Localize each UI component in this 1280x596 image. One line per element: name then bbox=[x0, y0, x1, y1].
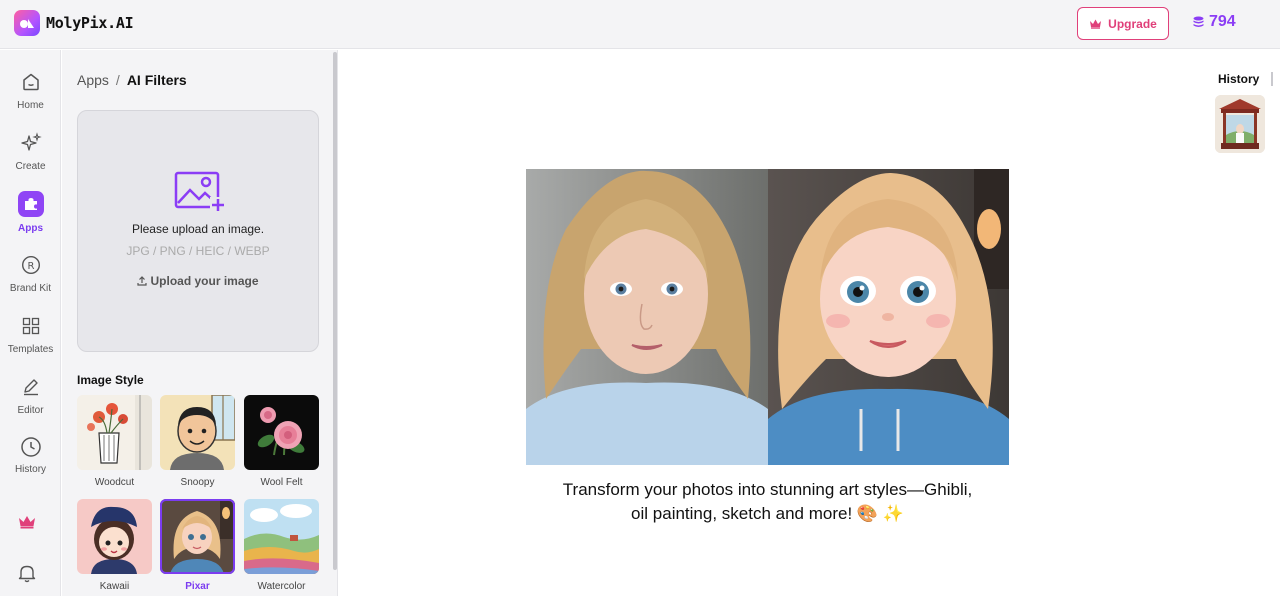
nav-label-history: History bbox=[14, 464, 47, 474]
style-thumb-kawaii bbox=[77, 499, 152, 574]
style-label-kawaii: Kawaii bbox=[99, 581, 130, 592]
app-name: MolyPix.AI bbox=[46, 14, 134, 32]
nav-label-apps: Apps bbox=[18, 223, 43, 234]
premium-crown-icon[interactable] bbox=[18, 514, 36, 534]
breadcrumb: Apps / AI Filters bbox=[77, 72, 187, 88]
style-card-kawaii[interactable]: Kawaii bbox=[77, 499, 152, 592]
style-label-woodcut: Woodcut bbox=[94, 477, 135, 488]
style-card-pixar[interactable]: Pixar bbox=[160, 499, 235, 592]
nav-item-editor[interactable]: Editor bbox=[0, 375, 61, 416]
nav-label-home: Home bbox=[17, 100, 44, 111]
nav-item-home[interactable]: Home bbox=[0, 70, 61, 111]
style-card-woodcut[interactable]: Woodcut bbox=[77, 395, 152, 488]
pencil-icon bbox=[19, 375, 43, 399]
nav-label-editor: Editor bbox=[17, 405, 44, 416]
style-label-pixar: Pixar bbox=[185, 581, 210, 592]
style-thumb-snoopy bbox=[160, 395, 235, 470]
breadcrumb-apps[interactable]: Apps bbox=[77, 72, 109, 88]
style-card-watercolor[interactable]: Watercolor bbox=[244, 499, 319, 592]
home-icon bbox=[19, 70, 43, 94]
nav-item-templates[interactable]: Templates bbox=[0, 314, 61, 355]
clock-icon bbox=[19, 436, 43, 458]
style-thumb-pixar bbox=[160, 499, 235, 574]
upload-formats: JPG / PNG / HEIC / WEBP bbox=[126, 244, 270, 258]
top-bar: MolyPix.AI Upgrade 794 bbox=[0, 0, 1280, 49]
left-nav: Home Create Apps R Brand Kit Templates E… bbox=[0, 50, 61, 596]
crown-icon bbox=[1090, 19, 1102, 29]
bell-icon[interactable] bbox=[18, 563, 36, 588]
upload-button-label: Upload your image bbox=[150, 274, 259, 288]
logo-icon bbox=[14, 10, 40, 36]
upload-title: Please upload an image. bbox=[131, 222, 265, 236]
panel-scrollbar[interactable] bbox=[333, 52, 337, 570]
image-style-title: Image Style bbox=[77, 373, 144, 387]
history-item[interactable] bbox=[1215, 95, 1265, 153]
style-thumb-watercolor bbox=[244, 499, 319, 574]
breadcrumb-current: AI Filters bbox=[126, 72, 187, 88]
style-card-snoopy[interactable]: Snoopy bbox=[160, 395, 235, 488]
breadcrumb-separator: / bbox=[115, 72, 120, 88]
hero-caption: Transform your photos into stunning art … bbox=[562, 480, 973, 523]
style-label-snoopy: Snoopy bbox=[180, 477, 215, 488]
credits-balance[interactable]: 794 bbox=[1193, 13, 1236, 31]
svg-text:R: R bbox=[27, 261, 34, 272]
grid-icon bbox=[19, 314, 43, 338]
upload-dropzone[interactable]: Please upload an image. JPG / PNG / HEIC… bbox=[77, 110, 319, 352]
style-card-wool-felt[interactable]: Wool Felt bbox=[244, 395, 319, 488]
main-scrollbar[interactable] bbox=[1271, 72, 1273, 86]
upload-button[interactable]: Upload your image bbox=[78, 274, 318, 288]
style-thumb-woodcut bbox=[77, 395, 152, 470]
credits-value: 794 bbox=[1209, 13, 1236, 30]
style-thumb-wool-felt bbox=[244, 395, 319, 470]
style-label-watercolor: Watercolor bbox=[257, 581, 306, 592]
puzzle-icon bbox=[17, 191, 44, 217]
logo[interactable]: MolyPix.AI bbox=[14, 10, 134, 36]
nav-item-apps[interactable]: Apps bbox=[0, 191, 61, 234]
image-add-icon bbox=[174, 171, 226, 218]
coin-stack-icon bbox=[1193, 16, 1204, 27]
nav-item-brand-kit[interactable]: R Brand Kit bbox=[0, 253, 61, 294]
nav-label-brand-kit: Brand Kit bbox=[9, 283, 52, 294]
upgrade-button[interactable]: Upgrade bbox=[1077, 7, 1169, 40]
upload-icon bbox=[137, 276, 148, 286]
nav-item-create[interactable]: Create bbox=[0, 131, 61, 172]
registered-icon: R bbox=[19, 253, 43, 277]
filter-panel: Apps / AI Filters Please upload an image… bbox=[62, 50, 338, 596]
nav-label-templates: Templates bbox=[7, 344, 54, 355]
nav-label-create: Create bbox=[15, 161, 46, 172]
before-after-preview bbox=[526, 169, 1009, 465]
upgrade-label: Upgrade bbox=[1108, 16, 1157, 31]
history-title: History bbox=[1218, 72, 1260, 86]
sparkles-icon bbox=[19, 131, 43, 155]
nav-item-history[interactable]: History bbox=[0, 436, 61, 474]
style-label-wool-felt: Wool Felt bbox=[260, 477, 303, 488]
